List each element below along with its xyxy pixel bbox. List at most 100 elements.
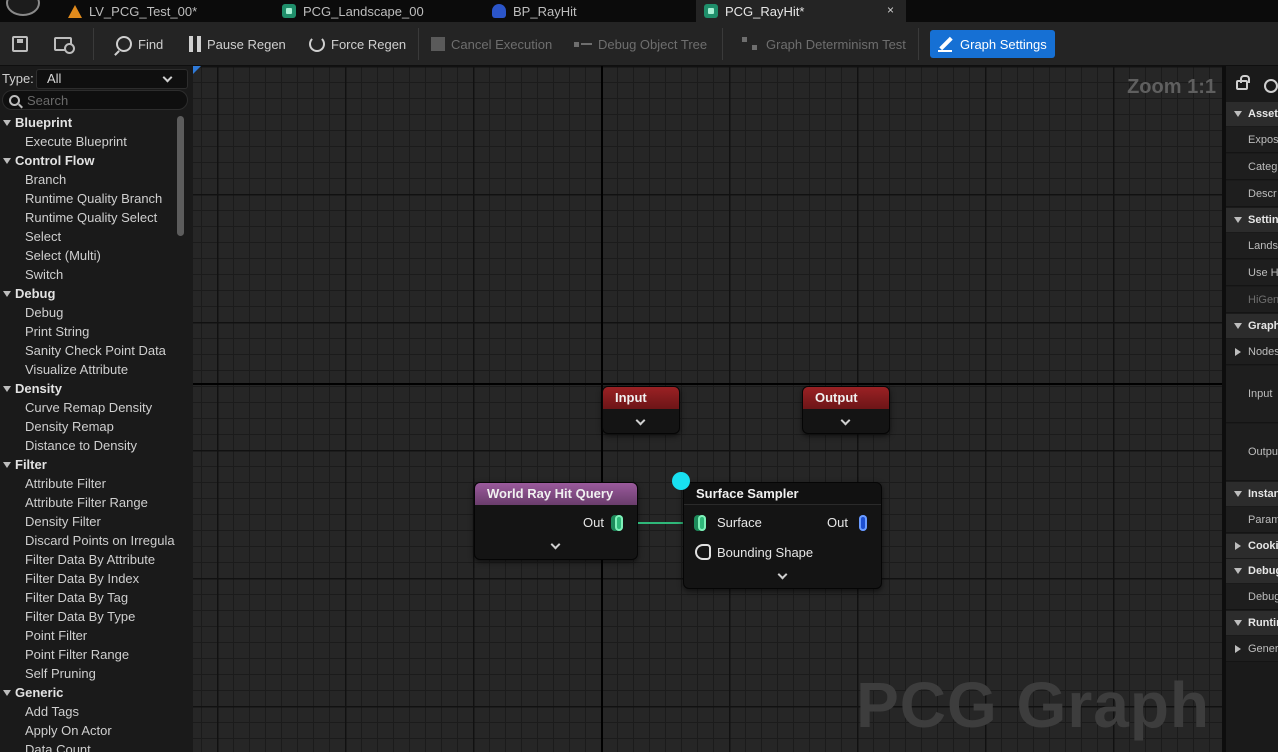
details-property-row[interactable]: Use H: [1226, 260, 1278, 286]
tab-pcg-landscape[interactable]: PCG_Landscape_00: [274, 0, 480, 22]
palette-item[interactable]: Point Filter: [0, 626, 180, 645]
save-button[interactable]: [12, 30, 28, 58]
graph-canvas[interactable]: Zoom 1:1 PCG Graph Input Output World Ra…: [193, 66, 1222, 752]
details-section-header[interactable]: Instan: [1226, 482, 1278, 506]
details-property-row[interactable]: Gener: [1226, 636, 1278, 662]
palette-item[interactable]: Debug: [0, 303, 180, 322]
expand-chevron-icon[interactable]: [840, 415, 851, 426]
palette-item[interactable]: Runtime Quality Branch: [0, 189, 180, 208]
graph-determinism-test-button[interactable]: Graph Determinism Test: [742, 30, 906, 58]
details-section-header[interactable]: Debug: [1226, 559, 1278, 583]
expand-chevron-icon[interactable]: [777, 569, 787, 580]
palette-category[interactable]: Blueprint: [0, 113, 180, 132]
out-pin-icon[interactable]: [615, 515, 623, 531]
palette-category[interactable]: Debug: [0, 284, 180, 303]
palette-category[interactable]: Filter: [0, 455, 180, 474]
palette-item[interactable]: Self Pruning: [0, 664, 180, 683]
palette-category[interactable]: Generic: [0, 683, 180, 702]
details-section-header[interactable]: Cookir: [1226, 534, 1278, 558]
palette-search[interactable]: [2, 90, 188, 110]
palette-scrollbar[interactable]: [177, 116, 184, 236]
palette-item[interactable]: Runtime Quality Select: [0, 208, 180, 227]
node-output[interactable]: Output: [802, 386, 890, 434]
details-section-header[interactable]: Settin: [1226, 208, 1278, 232]
details-property-row[interactable]: Outpu: [1226, 424, 1278, 481]
search-icon[interactable]: [1264, 79, 1278, 93]
force-regen-label: Force Regen: [331, 36, 407, 52]
palette-item[interactable]: Execute Blueprint: [0, 132, 180, 151]
bounding-shape-pin-icon[interactable]: [695, 544, 711, 560]
node-title: Surface Sampler: [684, 483, 881, 505]
palette-item[interactable]: Select (Multi): [0, 246, 180, 265]
details-property-row[interactable]: Param: [1226, 507, 1278, 533]
details-property-row[interactable]: Expos: [1226, 127, 1278, 153]
tab-lv-pcg-test[interactable]: LV_PCG_Test_00*: [60, 0, 270, 22]
palette-category[interactable]: Density: [0, 379, 180, 398]
tab-bp-rayhit[interactable]: BP_RayHit: [484, 0, 694, 22]
type-dropdown[interactable]: All: [36, 69, 188, 89]
force-regen-button[interactable]: Force Regen: [309, 30, 406, 58]
debug-object-tree-button[interactable]: Debug Object Tree: [574, 30, 707, 58]
search-input[interactable]: [27, 92, 177, 108]
tab-pcg-rayhit[interactable]: PCG_RayHit* ×: [696, 0, 906, 22]
surface-pin-icon[interactable]: [698, 515, 706, 531]
details-property-row[interactable]: HiGen: [1226, 287, 1278, 313]
details-property-row[interactable]: Debug: [1226, 584, 1278, 610]
details-section-header[interactable]: Asset: [1226, 102, 1278, 126]
palette-item[interactable]: Discard Points on Irregula: [0, 531, 180, 550]
palette-item[interactable]: Switch: [0, 265, 180, 284]
save-icon: [12, 36, 28, 52]
surface-pin-label: Surface: [717, 515, 762, 530]
palette-item[interactable]: Filter Data By Attribute: [0, 550, 180, 569]
palette-item[interactable]: Density Filter: [0, 512, 180, 531]
palette-item[interactable]: Sanity Check Point Data: [0, 341, 180, 360]
zoom-level: Zoom 1:1: [1127, 76, 1216, 98]
out-pin-icon[interactable]: [859, 515, 867, 531]
palette-item[interactable]: Curve Remap Density: [0, 398, 180, 417]
palette-item[interactable]: Print String: [0, 322, 180, 341]
lock-icon[interactable]: [1236, 75, 1250, 90]
node-surface-sampler[interactable]: Surface Sampler Surface Out Bounding Sha…: [683, 482, 882, 589]
cancel-execution-button[interactable]: Cancel Execution: [431, 30, 552, 58]
pause-regen-button[interactable]: Pause Regen: [189, 30, 286, 58]
expand-chevron-icon[interactable]: [550, 539, 561, 550]
connection-wire[interactable]: [638, 522, 688, 524]
cancel-execution-label: Cancel Execution: [451, 36, 553, 52]
palette-item[interactable]: Filter Data By Type: [0, 607, 180, 626]
node-input[interactable]: Input: [602, 386, 680, 434]
details-property-row[interactable]: Descr: [1226, 181, 1278, 207]
unreal-logo-icon[interactable]: [6, 0, 40, 16]
palette-item[interactable]: Density Remap: [0, 417, 180, 436]
palette-item[interactable]: Distance to Density: [0, 436, 180, 455]
node-world-ray-hit-query[interactable]: World Ray Hit Query Out: [474, 482, 638, 560]
palette-item[interactable]: Attribute Filter: [0, 474, 180, 493]
details-property-row[interactable]: Categ: [1226, 154, 1278, 180]
debug-tree-icon: [574, 38, 592, 50]
expand-chevron-icon[interactable]: [635, 415, 646, 426]
details-property-row[interactable]: Nodes: [1226, 339, 1278, 365]
details-section-header[interactable]: Runtin: [1226, 611, 1278, 635]
palette-item[interactable]: Point Filter Range: [0, 645, 180, 664]
palette-item[interactable]: Filter Data By Tag: [0, 588, 180, 607]
browse-button[interactable]: [54, 30, 75, 58]
details-section-header[interactable]: Graph: [1226, 314, 1278, 338]
palette-item[interactable]: Filter Data By Index: [0, 569, 180, 588]
type-label: Type:: [2, 71, 34, 86]
palette-item[interactable]: Attribute Filter Range: [0, 493, 180, 512]
details-property-row[interactable]: Lands: [1226, 233, 1278, 259]
palette-item[interactable]: Data Count: [0, 740, 180, 752]
palette-item[interactable]: Select: [0, 227, 180, 246]
palette-item[interactable]: Add Tags: [0, 702, 180, 721]
close-icon[interactable]: ×: [887, 3, 894, 17]
node-title: Output: [803, 387, 889, 409]
palette-category[interactable]: Control Flow: [0, 151, 180, 170]
details-property-row[interactable]: Input: [1226, 366, 1278, 423]
palette-item[interactable]: Visualize Attribute: [0, 360, 180, 379]
chevron-down-icon: [162, 72, 173, 83]
find-button[interactable]: Find: [116, 30, 163, 58]
graph-settings-button[interactable]: Graph Settings: [930, 30, 1055, 58]
toolbar-divider: [418, 28, 419, 60]
palette-item[interactable]: Apply On Actor: [0, 721, 180, 740]
palette-item[interactable]: Branch: [0, 170, 180, 189]
selection-handle[interactable]: [672, 472, 690, 490]
